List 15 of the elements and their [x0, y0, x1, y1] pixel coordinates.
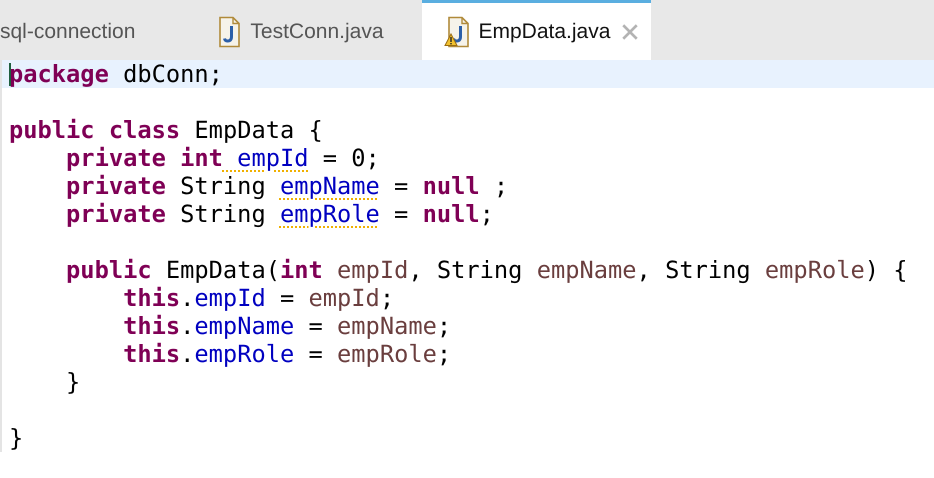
code-line: this.empRole = empRole;	[122, 340, 452, 368]
code-line: private String empName = null ;	[65, 172, 510, 200]
code-line: private int empId = 0;	[65, 144, 381, 172]
code-line: }	[9, 424, 24, 452]
code-editor[interactable]	[0, 60, 934, 452]
java-file-icon	[444, 16, 470, 48]
code-line: public EmpData(int empId, String empName, String empRole) {	[65, 256, 909, 284]
code-line: this.empId = empId;	[122, 284, 396, 312]
code-line: public class EmpData {	[9, 116, 324, 144]
editor-tab[interactable]: sql-connection	[0, 0, 194, 60]
code-line: }	[65, 368, 82, 396]
editor-tab[interactable]: EmpData.java	[422, 0, 652, 60]
editor-tab[interactable]: TestConn.java	[193, 0, 406, 60]
code-line: this.empName = empName;	[122, 312, 452, 340]
code-line: private String empRole = null;	[65, 200, 495, 228]
